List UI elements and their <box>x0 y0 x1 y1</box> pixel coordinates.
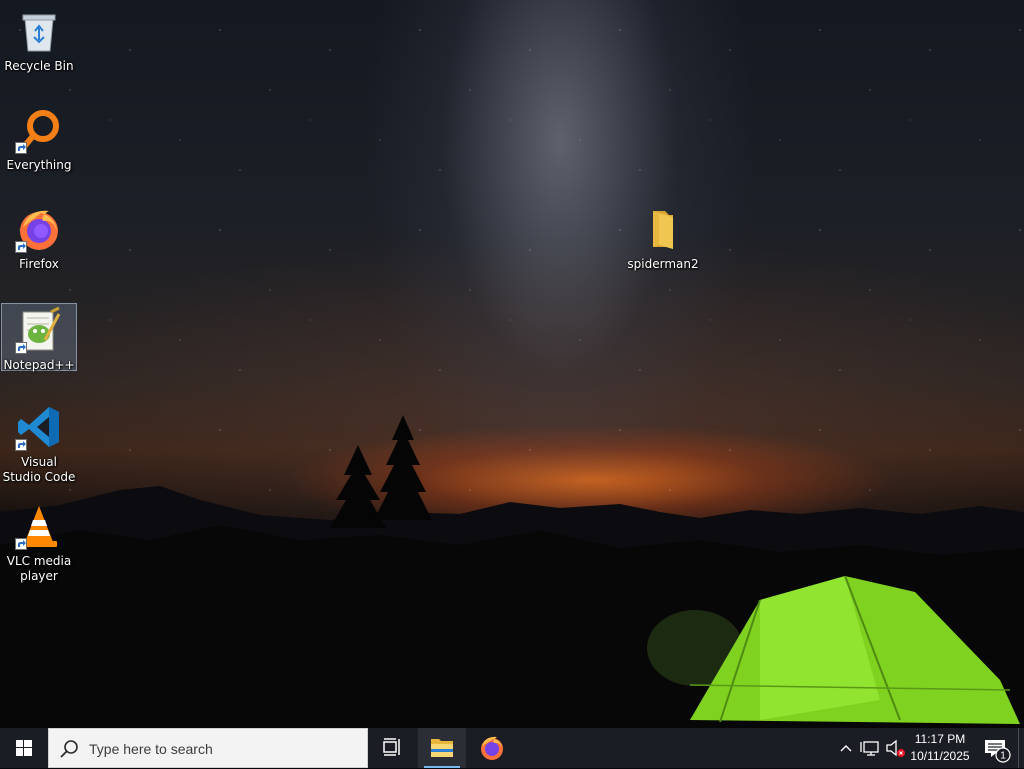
vscode-icon <box>15 403 63 451</box>
desktop-icon-notepad-plus-plus[interactable]: Notepad++ <box>1 303 77 372</box>
shortcut-arrow-icon <box>15 439 27 451</box>
search-placeholder: Type here to search <box>89 741 213 757</box>
desktop-folder-spiderman2[interactable]: spiderman2 <box>625 203 701 272</box>
network-icon <box>860 741 879 756</box>
action-center-button[interactable]: 1 <box>976 728 1016 768</box>
taskbar-firefox-button[interactable] <box>468 728 516 768</box>
show-hidden-icons-button[interactable] <box>834 728 858 768</box>
desktop-icon-label: VLC media player <box>6 554 72 583</box>
clock-time: 11:17 PM <box>914 732 966 746</box>
clock-button[interactable]: 11:17 PM 10/11/2025 <box>906 728 974 768</box>
chevron-up-icon <box>840 745 852 752</box>
file-explorer-icon <box>431 739 453 757</box>
desktop[interactable]: Recycle Bin Everything Firefox Notepad++… <box>0 0 1024 728</box>
firefox-icon <box>481 736 503 760</box>
notification-icon: 1 <box>985 740 1011 763</box>
vlc-icon <box>15 502 63 550</box>
recycle-bin-icon <box>15 7 63 55</box>
volume-muted-icon <box>886 739 905 757</box>
shortcut-arrow-icon <box>15 241 27 253</box>
network-status-button[interactable] <box>858 728 884 768</box>
taskbar-file-explorer-button[interactable] <box>418 728 466 768</box>
folder-icon <box>639 205 687 253</box>
windows-logo-icon <box>16 740 32 756</box>
shortcut-arrow-icon <box>15 538 27 550</box>
search-input[interactable]: Type here to search <box>48 728 368 768</box>
notification-count: 1 <box>1000 751 1006 762</box>
search-icon <box>60 740 78 758</box>
start-button[interactable] <box>0 728 48 768</box>
desktop-icon-label: Everything <box>6 158 72 172</box>
show-desktop-button[interactable] <box>1018 728 1024 768</box>
desktop-icon-everything[interactable]: Everything <box>1 104 77 173</box>
desktop-icon-firefox[interactable]: Firefox <box>1 203 77 272</box>
task-view-button[interactable] <box>368 728 416 768</box>
wallpaper-landscape <box>0 415 1024 728</box>
firefox-icon <box>15 205 63 253</box>
shortcut-arrow-icon <box>15 142 27 154</box>
volume-button[interactable] <box>884 728 908 768</box>
desktop-icon-label: Visual Studio Code <box>2 455 76 484</box>
taskbar: Type here to search 11:17 PM 10/11/2025 … <box>0 728 1024 768</box>
desktop-icon-recycle-bin[interactable]: Recycle Bin <box>1 5 77 74</box>
desktop-icon-vscode[interactable]: Visual Studio Code <box>1 401 77 485</box>
desktop-icon-label: Notepad++ <box>3 358 75 372</box>
desktop-icon-vlc[interactable]: VLC media player <box>1 500 77 584</box>
notepad-plus-plus-icon <box>15 306 63 354</box>
desktop-icon-label: Firefox <box>19 257 59 271</box>
desktop-icon-label: Recycle Bin <box>4 59 74 73</box>
task-view-icon <box>383 738 400 756</box>
clock-date: 10/11/2025 <box>910 749 970 763</box>
desktop-icon-label: spiderman2 <box>627 257 699 271</box>
shortcut-arrow-icon <box>15 342 27 354</box>
everything-search-icon <box>15 106 63 154</box>
